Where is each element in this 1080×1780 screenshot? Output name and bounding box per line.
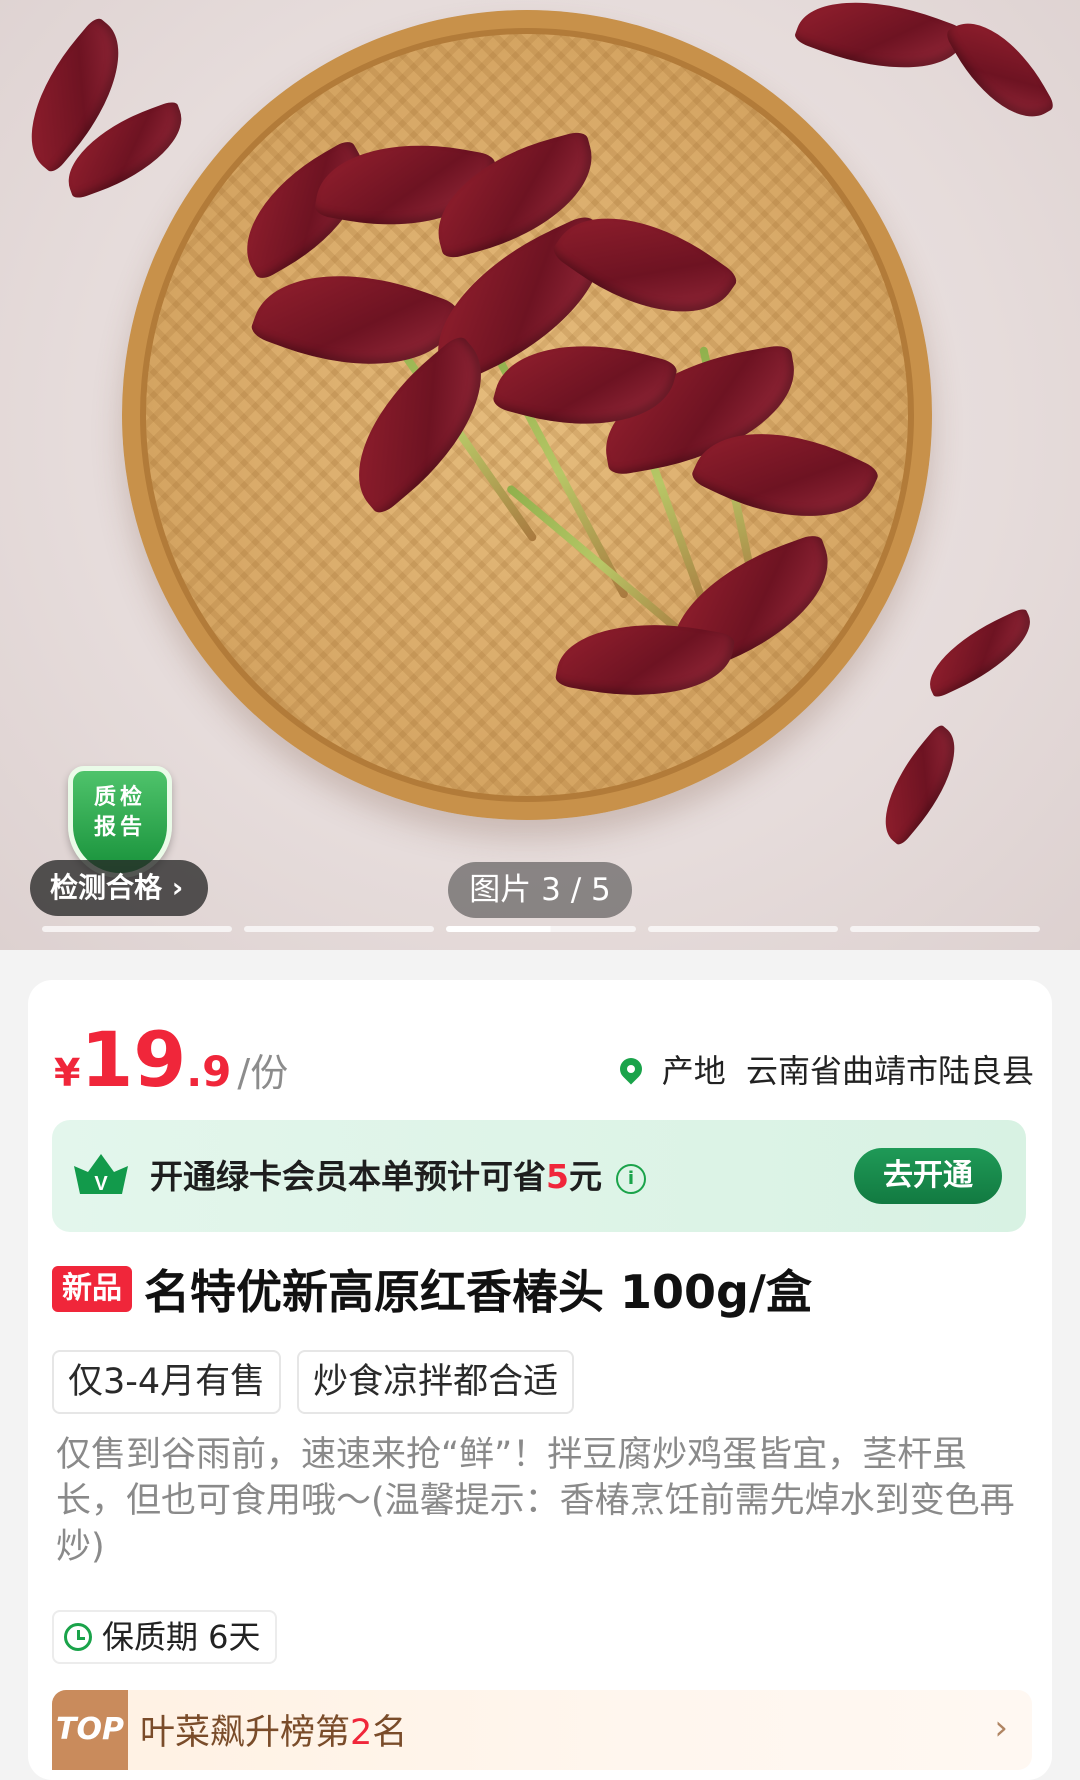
price-integer: 19 bbox=[80, 1015, 187, 1104]
location-pin-icon bbox=[615, 1053, 647, 1085]
origin-info: 产地 云南省曲靖市陆良县 bbox=[615, 1046, 1034, 1092]
product-title-row: 新品 名特优新高原红香椿头 100g/盒 bbox=[52, 1256, 1032, 1322]
membership-text-suffix: 元 bbox=[568, 1157, 602, 1196]
clock-icon bbox=[64, 1623, 92, 1651]
info-icon[interactable]: i bbox=[615, 1163, 646, 1194]
ranking-banner[interactable]: TOP 叶菜飙升榜第2名 › bbox=[52, 1690, 1032, 1770]
image-counter: 图片 3 / 5 bbox=[448, 862, 632, 918]
carousel-dot[interactable] bbox=[648, 926, 838, 932]
membership-saving-text: 开通绿卡会员本单预计可省5元 i bbox=[150, 1150, 646, 1198]
ranking-text-prefix: 叶菜飙升榜第 bbox=[140, 1713, 351, 1753]
crown-letter: V bbox=[94, 1173, 108, 1195]
new-product-badge: 新品 bbox=[52, 1266, 132, 1312]
membership-text-prefix: 开通绿卡会员本单预计可省 bbox=[150, 1157, 546, 1196]
price-unit: /份 bbox=[237, 1051, 289, 1095]
price-currency: ¥ bbox=[54, 1051, 81, 1095]
product-tags: 仅3-4月有售 炒食凉拌都合适 bbox=[52, 1350, 575, 1414]
shield-line-1: 质检 bbox=[93, 785, 146, 810]
price-row: ¥19.9/份 产地 云南省曲靖市陆良县 bbox=[54, 1020, 1034, 1100]
top-badge: TOP bbox=[52, 1690, 128, 1770]
product-tag: 炒食凉拌都合适 bbox=[297, 1350, 575, 1414]
open-membership-button[interactable]: 去开通 bbox=[854, 1148, 1002, 1204]
carousel-dot[interactable] bbox=[42, 926, 232, 932]
price-decimal: .9 bbox=[186, 1047, 232, 1096]
product-image-carousel[interactable]: 质检 报告 检测合格 › 图片 3 / 5 bbox=[0, 0, 1080, 950]
membership-saving-amount: 5 bbox=[546, 1157, 569, 1196]
carousel-dot-active[interactable] bbox=[446, 926, 636, 932]
shelf-life-tag: 保质期 6天 bbox=[52, 1610, 277, 1664]
product-info-card: ¥19.9/份 产地 云南省曲靖市陆良县 V 开通绿卡会员本单预计可省5元 i 去… bbox=[28, 980, 1052, 1780]
quality-passed-link[interactable]: 检测合格 › bbox=[30, 860, 208, 916]
price: ¥19.9/份 bbox=[54, 1020, 288, 1100]
product-title: 名特优新高原红香椿头 100g/盒 bbox=[144, 1265, 812, 1319]
green-card-crown-icon: V bbox=[74, 1154, 128, 1195]
ranking-number: 2 bbox=[350, 1713, 373, 1753]
chevron-right-icon: › bbox=[994, 1708, 1008, 1748]
product-tag: 仅3-4月有售 bbox=[52, 1350, 282, 1414]
ranking-text: 叶菜飙升榜第2名 bbox=[140, 1704, 407, 1755]
shelf-life-text: 保质期 6天 bbox=[102, 1618, 261, 1656]
shield-line-2: 报告 bbox=[93, 815, 146, 840]
carousel-dot[interactable] bbox=[244, 926, 434, 932]
origin-value: 云南省曲靖市陆良县 bbox=[745, 1052, 1034, 1090]
ranking-text-suffix: 名 bbox=[372, 1713, 408, 1753]
carousel-indicators bbox=[42, 926, 1040, 932]
green-card-membership-banner[interactable]: V 开通绿卡会员本单预计可省5元 i 去开通 bbox=[52, 1120, 1026, 1232]
origin-label: 产地 bbox=[661, 1052, 726, 1090]
product-description: 仅售到谷雨前，速速来抢“鲜”！拌豆腐炒鸡蛋皆宜，茎杆虽长，但也可食用哦～(温馨提… bbox=[56, 1435, 1015, 1567]
carousel-dot[interactable] bbox=[850, 926, 1040, 932]
